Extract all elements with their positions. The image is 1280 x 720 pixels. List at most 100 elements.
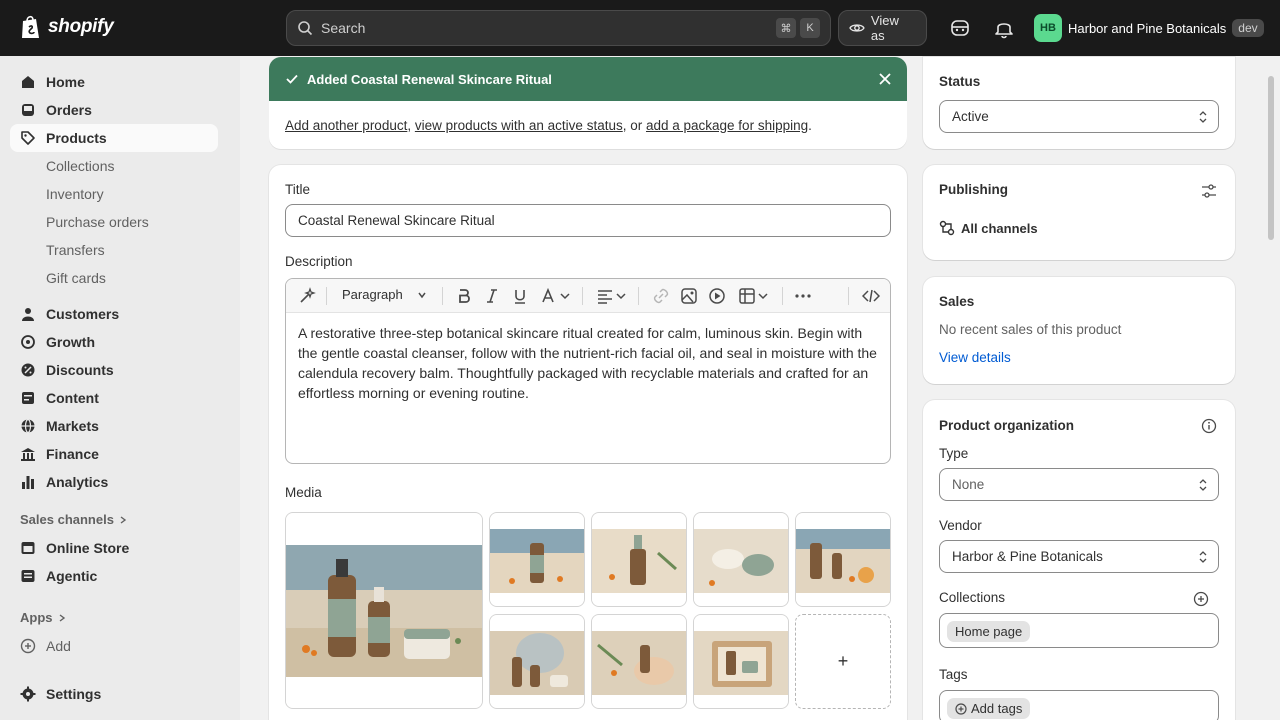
sidebar-item-products[interactable]: Products bbox=[10, 124, 218, 152]
product-photo-hands bbox=[592, 615, 686, 708]
media-image-8[interactable] bbox=[693, 614, 789, 709]
sales-channels-header[interactable]: Sales channels bbox=[20, 512, 128, 527]
chevron-down-icon[interactable] bbox=[612, 287, 630, 305]
sidebar-subitem-transfers[interactable]: Transfers bbox=[46, 242, 105, 258]
publishing-channels[interactable]: All channels bbox=[939, 220, 1038, 236]
product-photo-dropper bbox=[592, 513, 686, 606]
bold-icon[interactable] bbox=[455, 287, 473, 305]
sidebar-item-home[interactable]: Home bbox=[10, 68, 218, 96]
description-editor[interactable]: Paragraph A restorative three-step botan… bbox=[285, 278, 891, 464]
add-collection-icon[interactable] bbox=[1193, 591, 1209, 607]
sidebar-item-analytics[interactable]: Analytics bbox=[10, 468, 218, 496]
media-image-5[interactable] bbox=[795, 512, 891, 607]
sidebar-item-growth[interactable]: Growth bbox=[10, 328, 218, 356]
search-bar[interactable]: Search ⌘ K bbox=[286, 10, 831, 46]
media-image-3[interactable] bbox=[591, 512, 687, 607]
link-icon[interactable] bbox=[652, 287, 670, 305]
content-icon bbox=[22, 392, 34, 404]
sidebar-item-label: Customers bbox=[46, 306, 120, 322]
sidebar-item-label: Analytics bbox=[46, 474, 109, 490]
bank-icon bbox=[21, 448, 35, 461]
target-icon bbox=[21, 335, 35, 349]
close-icon[interactable] bbox=[879, 73, 891, 85]
product-bottles-image bbox=[286, 513, 482, 708]
shopify-logo[interactable]: shopify bbox=[20, 14, 114, 40]
shortcut-key-k: K bbox=[800, 18, 820, 38]
inbox-icon bbox=[22, 104, 34, 116]
tag-icon bbox=[21, 131, 35, 145]
italic-icon[interactable] bbox=[483, 287, 501, 305]
description-text[interactable]: A restorative three-step botanical skinc… bbox=[286, 313, 890, 413]
sidebar-item-label: Content bbox=[46, 390, 99, 406]
media-image-2[interactable] bbox=[489, 512, 585, 607]
banner-title: Added Coastal Renewal Skincare Ritual bbox=[307, 71, 552, 87]
chevron-down-icon[interactable] bbox=[754, 287, 772, 305]
apps-header[interactable]: Apps bbox=[20, 610, 67, 625]
media-image-4[interactable] bbox=[693, 512, 789, 607]
vendor-select[interactable]: Harbor & Pine Botanicals bbox=[939, 540, 1219, 573]
sidebar-item-add-app[interactable]: Add bbox=[10, 632, 218, 660]
checkmark-icon bbox=[286, 74, 298, 84]
sidebar-subitem-collections[interactable]: Collections bbox=[46, 158, 114, 174]
success-banner: Added Coastal Renewal Skincare Ritual bbox=[269, 57, 907, 101]
add-tags-button[interactable]: Add tags bbox=[947, 698, 1031, 719]
type-select[interactable]: None bbox=[939, 468, 1219, 501]
product-photo-beach bbox=[490, 513, 584, 606]
type-label: Type bbox=[939, 446, 969, 461]
add-another-product-link[interactable]: Add another product bbox=[285, 118, 407, 133]
sidebar-item-markets[interactable]: Markets bbox=[10, 412, 218, 440]
shortcut-key-cmd: ⌘ bbox=[776, 18, 796, 38]
sidebar-item-label: Growth bbox=[46, 334, 95, 350]
sidebar-subitem-gift-cards[interactable]: Gift cards bbox=[46, 270, 106, 286]
add-media-button[interactable]: + bbox=[795, 614, 891, 709]
media-image-6[interactable] bbox=[489, 614, 585, 709]
product-photo-box bbox=[694, 615, 788, 708]
info-icon[interactable] bbox=[1201, 418, 1217, 434]
title-input[interactable]: Coastal Renewal Skincare Ritual bbox=[285, 204, 891, 237]
sidebar-subitem-inventory[interactable]: Inventory bbox=[46, 186, 104, 202]
view-details-link[interactable]: View details bbox=[939, 350, 1011, 365]
top-bar: shopify Search ⌘ K View as HB Harbor and… bbox=[0, 0, 1280, 56]
agentic-icon bbox=[21, 570, 35, 582]
sidebar-item-label: Finance bbox=[46, 446, 99, 462]
video-icon[interactable] bbox=[708, 287, 726, 305]
sidebar-item-content[interactable]: Content bbox=[10, 384, 218, 412]
collections-label: Collections bbox=[939, 590, 1006, 605]
product-photo-set bbox=[796, 513, 890, 606]
sidebar-item-orders[interactable]: Orders bbox=[10, 96, 218, 124]
image-icon[interactable] bbox=[680, 287, 698, 305]
sidebar-item-discounts[interactable]: Discounts bbox=[10, 356, 218, 384]
sidebar-item-settings[interactable]: Settings bbox=[10, 680, 218, 708]
code-icon[interactable] bbox=[862, 287, 880, 305]
view-as-label: View as bbox=[870, 13, 899, 43]
media-image-7[interactable] bbox=[591, 614, 687, 709]
underline-icon[interactable] bbox=[511, 287, 529, 305]
chevron-down-icon[interactable] bbox=[556, 287, 574, 305]
view-as-button[interactable]: View as bbox=[838, 10, 927, 46]
sidebar-item-customers[interactable]: Customers bbox=[10, 300, 218, 328]
add-package-link[interactable]: add a package for shipping bbox=[646, 118, 808, 133]
more-horizontal-icon[interactable] bbox=[794, 287, 812, 305]
page-scrollbar[interactable] bbox=[1268, 76, 1274, 240]
store-menu[interactable]: HB Harbor and Pine Botanicals dev bbox=[1034, 14, 1264, 42]
product-photo-balm bbox=[694, 513, 788, 606]
magic-wand-icon[interactable] bbox=[298, 287, 316, 305]
sidebar-item-agentic[interactable]: Agentic bbox=[10, 562, 218, 590]
channels-icon bbox=[939, 220, 955, 236]
status-select[interactable]: Active bbox=[939, 100, 1219, 133]
sidebar-subitem-purchase-orders[interactable]: Purchase orders bbox=[46, 214, 149, 230]
view-active-products-link[interactable]: view products with an active status bbox=[415, 118, 623, 133]
media-image-main[interactable] bbox=[285, 512, 483, 709]
env-badge: dev bbox=[1232, 19, 1264, 37]
bell-icon[interactable] bbox=[993, 17, 1015, 39]
chevron-down-icon bbox=[418, 292, 426, 298]
sidebar-item-finance[interactable]: Finance bbox=[10, 440, 218, 468]
select-arrows-icon bbox=[1199, 110, 1207, 123]
paragraph-style-select[interactable]: Paragraph bbox=[342, 287, 427, 302]
text-color-icon[interactable] bbox=[539, 287, 557, 305]
collection-chip[interactable]: Home page bbox=[947, 621, 1031, 642]
sidebar-item-online-store[interactable]: Online Store bbox=[10, 534, 218, 562]
sidekick-icon[interactable] bbox=[949, 17, 971, 39]
sliders-icon[interactable] bbox=[1201, 183, 1217, 199]
vendor-value: Harbor & Pine Botanicals bbox=[952, 549, 1103, 564]
